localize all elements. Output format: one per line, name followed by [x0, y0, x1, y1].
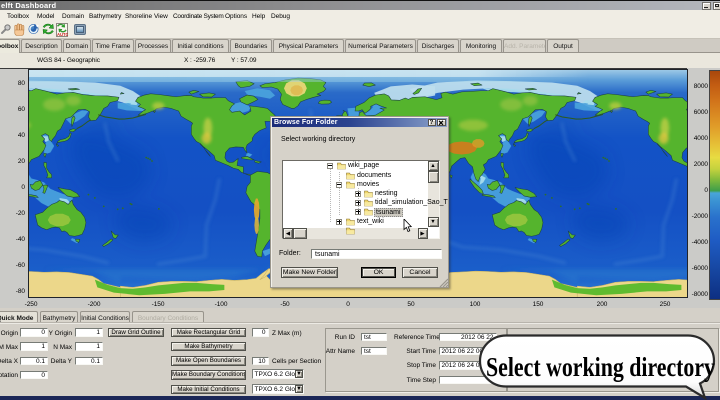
svg-text:Select working directory: Select working directory	[486, 351, 715, 382]
svg-text:AUTO: AUTO	[57, 32, 68, 37]
